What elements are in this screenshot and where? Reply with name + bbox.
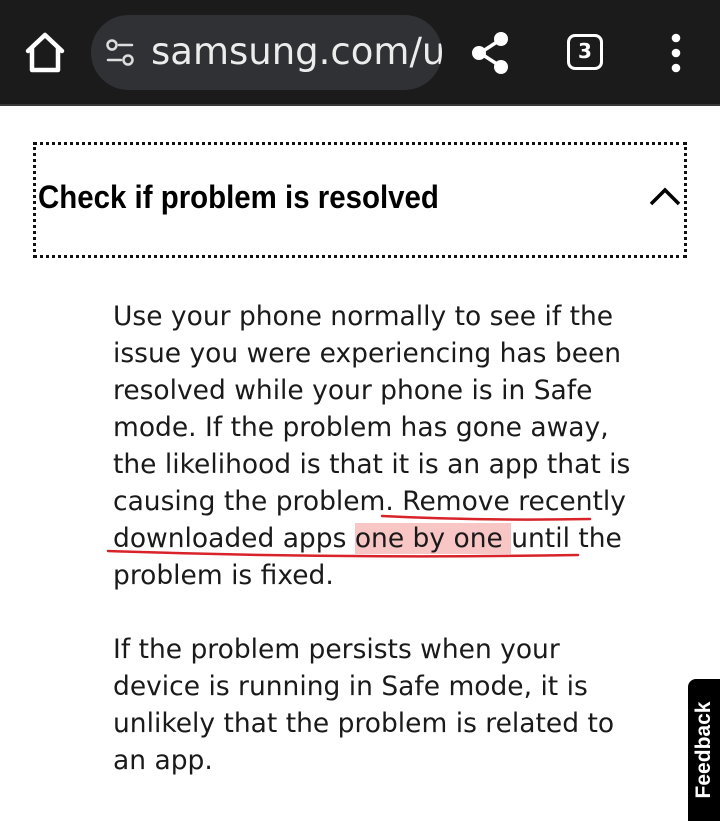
annotated-text: until the: [511, 523, 622, 554]
text-line: If the problem persists when your: [113, 634, 560, 665]
accordion-header[interactable]: Check if problem is resolved: [33, 142, 687, 258]
accordion-title: Check if problem is resolved: [38, 179, 439, 215]
text-line: an app.: [113, 745, 213, 776]
home-icon[interactable]: [22, 30, 68, 76]
text-line: Use your phone normally to see if the: [113, 301, 614, 332]
article-body: Use your phone normally to see if the is…: [113, 298, 633, 779]
annotated-text: Remove recently: [402, 486, 626, 517]
text-line: resolved while your phone is in Safe: [113, 375, 593, 406]
text-line: problem is fixed.: [113, 560, 334, 591]
chevron-up-icon[interactable]: [648, 185, 682, 207]
text-line: the likelihood is that it is an app that…: [113, 449, 631, 480]
feedback-label[interactable]: Feedback: [692, 702, 716, 799]
more-vert-icon[interactable]: [664, 32, 688, 74]
paragraph: Use your phone normally to see if the is…: [113, 298, 633, 594]
text-line: unlikely that the problem is related to: [113, 708, 615, 739]
text-line: causing the problem. Remove recently: [113, 483, 633, 520]
tune-icon[interactable]: [105, 39, 135, 67]
highlighted-text: one by one: [354, 523, 512, 554]
browser-toolbar: samsung.com/u 3: [0, 0, 720, 106]
feedback-tab[interactable]: Feedback: [688, 679, 720, 821]
url-bar[interactable]: samsung.com/u: [91, 15, 442, 90]
text-line: downloaded apps one by one until the: [113, 520, 633, 557]
share-icon[interactable]: [468, 30, 512, 76]
text-line: issue you were experiencing has been: [113, 338, 622, 369]
text-line: mode. If the problem has gone away,: [113, 412, 609, 443]
text-line: device is running in Safe mode, it is: [113, 671, 588, 702]
text-segment: causing the problem.: [113, 486, 403, 517]
paragraph: If the problem persists when your device…: [113, 631, 633, 779]
annotated-text: downloaded apps: [113, 523, 355, 554]
tab-switcher-icon[interactable]: 3: [567, 34, 603, 70]
url-text[interactable]: samsung.com/u: [151, 29, 442, 75]
